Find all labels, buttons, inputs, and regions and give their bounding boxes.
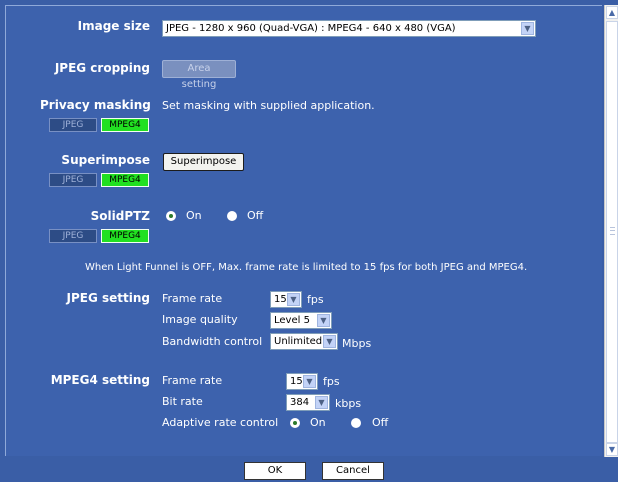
privacy-masking-description: Set masking with supplied application.	[162, 99, 375, 112]
mpeg4-bit-rate-select[interactable]: 384 ▼	[286, 394, 330, 411]
light-funnel-notice: When Light Funnel is OFF, Max. frame rat…	[85, 262, 528, 273]
jpeg-frame-rate-unit: fps	[307, 293, 324, 306]
adaptive-on-radio[interactable]	[290, 418, 300, 428]
scrollbar-thumb[interactable]	[606, 21, 618, 443]
cancel-button[interactable]: Cancel	[322, 462, 384, 480]
chevron-down-icon: ▼	[303, 375, 316, 388]
jpeg-frame-rate-select[interactable]: 15 ▼	[270, 291, 302, 308]
chevron-down-icon: ▼	[317, 314, 330, 327]
solidptz-on-radio[interactable]	[166, 211, 176, 221]
jpeg-bandwidth-label: Bandwidth control	[162, 335, 263, 348]
mpeg4-frame-rate-value: 15	[290, 376, 303, 387]
solidptz-jpeg-badge: JPEG	[49, 229, 97, 243]
jpeg-setting-label: JPEG setting	[66, 291, 150, 305]
mpeg4-frame-rate-select[interactable]: 15 ▼	[286, 373, 318, 390]
jpeg-bandwidth-value: Unlimited	[274, 336, 323, 347]
adaptive-off-label: Off	[372, 416, 389, 429]
superimpose-button[interactable]: Superimpose	[163, 153, 244, 171]
solidptz-off-radio[interactable]	[227, 211, 237, 221]
superimpose-jpeg-badge: JPEG	[49, 173, 97, 187]
mpeg4-adaptive-label: Adaptive rate control	[162, 416, 279, 429]
mpeg4-frame-rate-unit: fps	[323, 375, 340, 388]
vertical-scrollbar[interactable]: ▲ ▼	[604, 5, 618, 457]
mpeg4-frame-rate-label: Frame rate	[162, 374, 223, 387]
mpeg4-bit-rate-label: Bit rate	[162, 395, 203, 408]
chevron-down-icon: ▼	[323, 335, 336, 348]
jpeg-frame-rate-label: Frame rate	[162, 292, 223, 305]
jpeg-bandwidth-select[interactable]: Unlimited ▼	[270, 333, 338, 350]
mpeg4-bit-rate-unit: kbps	[335, 397, 362, 410]
privacy-masking-label: Privacy masking	[40, 98, 151, 112]
ok-button[interactable]: OK	[244, 462, 306, 480]
image-size-select[interactable]: JPEG - 1280 x 960 (Quad-VGA) : MPEG4 - 6…	[162, 20, 536, 37]
chevron-down-icon: ▼	[287, 293, 300, 306]
mpeg4-setting-label: MPEG4 setting	[50, 373, 150, 387]
privacy-mpeg4-badge: MPEG4	[101, 118, 149, 132]
solidptz-label: SolidPTZ	[90, 209, 150, 223]
jpeg-cropping-label: JPEG cropping	[54, 61, 150, 75]
grip-icon	[610, 227, 615, 235]
jpeg-image-quality-select[interactable]: Level 5 ▼	[270, 312, 332, 329]
privacy-jpeg-badge: JPEG	[49, 118, 97, 132]
superimpose-mpeg4-badge: MPEG4	[101, 173, 149, 187]
solidptz-on-label: On	[186, 209, 202, 222]
solidptz-mpeg4-badge: MPEG4	[101, 229, 149, 243]
jpeg-frame-rate-value: 15	[274, 294, 287, 305]
solidptz-off-label: Off	[247, 209, 264, 222]
adaptive-on-label: On	[310, 416, 326, 429]
chevron-down-icon: ▼	[521, 22, 534, 35]
image-size-label: Image size	[77, 19, 150, 33]
scroll-down-icon[interactable]: ▼	[606, 443, 618, 456]
jpeg-image-quality-label: Image quality	[162, 313, 238, 326]
image-size-value: JPEG - 1280 x 960 (Quad-VGA) : MPEG4 - 6…	[166, 23, 456, 34]
jpeg-image-quality-value: Level 5	[274, 315, 310, 326]
mpeg4-bit-rate-value: 384	[290, 397, 310, 408]
adaptive-off-radio[interactable]	[351, 418, 361, 428]
superimpose-label: Superimpose	[61, 153, 150, 167]
chevron-down-icon: ▼	[315, 396, 328, 409]
jpeg-bandwidth-unit: Mbps	[342, 337, 372, 350]
area-setting-button[interactable]: Area setting	[162, 60, 236, 90]
scroll-up-icon[interactable]: ▲	[606, 6, 618, 19]
